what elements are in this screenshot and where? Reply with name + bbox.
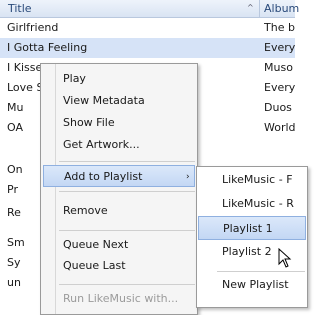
chevron-up-icon: ^ — [247, 3, 254, 12]
track-album: The b — [264, 21, 295, 34]
submenu-item-likemusic-r[interactable]: LikeMusic - R — [198, 192, 306, 216]
menu-item-queue-next[interactable]: Queue Next — [43, 234, 195, 256]
column-header-title[interactable]: Title — [8, 2, 32, 15]
submenu-item-playlist-1[interactable]: Playlist 1 — [198, 216, 306, 240]
submenu-item-label: Playlist 2 — [222, 245, 272, 258]
menu-separator — [59, 284, 195, 285]
menu-item-label: View Metadata — [63, 94, 145, 107]
menu-item-label: Add to Playlist — [64, 170, 143, 183]
menu-item-add-to-playlist[interactable]: Add to Playlist › — [43, 165, 195, 187]
menu-separator — [59, 191, 195, 192]
submenu-separator — [217, 271, 305, 272]
menu-item-label: Remove — [63, 204, 108, 217]
track-album: Muso — [264, 61, 293, 74]
menu-item-label: Queue Last — [63, 259, 126, 272]
track-album: World — [264, 121, 296, 134]
track-title: Girlfriend — [7, 21, 59, 34]
menu-item-show-file[interactable]: Show File — [43, 112, 195, 134]
menu-item-label: Run LikeMusic with... — [63, 292, 179, 305]
track-album: Every — [264, 81, 296, 94]
menu-item-label: Play — [63, 72, 86, 85]
menu-separator — [59, 161, 195, 162]
submenu-item-label: New Playlist — [222, 278, 289, 291]
menu-item-label: Queue Next — [63, 238, 129, 251]
submenu-item-label: LikeMusic - F — [222, 173, 293, 186]
track-album: Duos — [264, 101, 292, 114]
submenu-item-new-playlist[interactable]: New Playlist — [198, 273, 306, 297]
column-divider[interactable] — [259, 0, 260, 17]
menu-separator — [59, 230, 195, 231]
submenu-item-label: LikeMusic - R — [222, 197, 294, 210]
context-menu: Play View Metadata Show File Get Artwork… — [40, 63, 198, 315]
submenu-item-likemusic-f[interactable]: LikeMusic - F — [198, 168, 306, 192]
track-album: Every — [264, 41, 296, 54]
table-row-selected[interactable]: I Gotta Feeling Every — [0, 38, 295, 58]
menu-item-label: Get Artwork... — [63, 138, 140, 151]
mouse-cursor-icon — [278, 248, 292, 268]
column-header-bar: Title ^ Album — [0, 0, 299, 18]
menu-item-view-metadata[interactable]: View Metadata — [43, 90, 195, 112]
menu-item-queue-last[interactable]: Queue Last — [43, 255, 195, 277]
submenu-item-label: Playlist 1 — [223, 222, 273, 235]
table-row[interactable]: Girlfriend The b — [0, 18, 295, 38]
track-title: I Gotta Feeling — [7, 41, 88, 54]
column-header-album[interactable]: Album — [264, 2, 299, 15]
menu-item-run-likemusic-with: Run LikeMusic with... — [43, 288, 195, 310]
chevron-right-icon: › — [186, 172, 190, 182]
menu-item-remove[interactable]: Remove — [43, 200, 195, 222]
menu-item-get-artwork[interactable]: Get Artwork... — [43, 134, 195, 156]
menu-item-play[interactable]: Play — [43, 68, 195, 90]
menu-item-label: Show File — [63, 116, 115, 129]
playlist-submenu: LikeMusic - F LikeMusic - R Playlist 1 P… — [196, 166, 308, 308]
